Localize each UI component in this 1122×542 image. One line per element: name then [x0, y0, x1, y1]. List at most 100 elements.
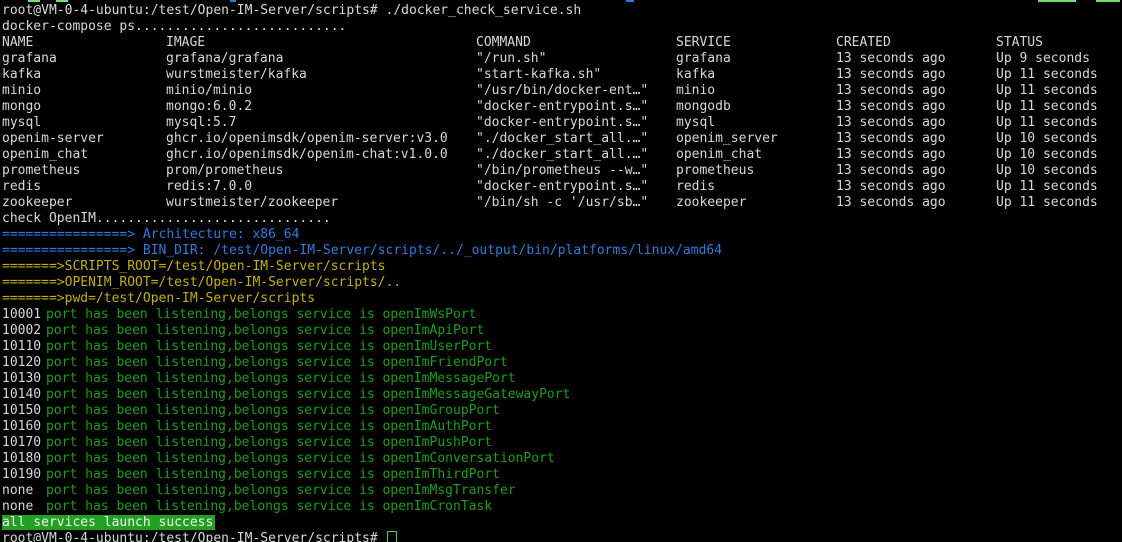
container-command: "docker-entrypoint.s…"	[476, 99, 676, 115]
container-service: openim_server	[676, 131, 836, 147]
port-message: port has been listening,belongs service …	[46, 483, 516, 498]
port-message: port has been listening,belongs service …	[46, 435, 492, 450]
port-message: port has been listening,belongs service …	[46, 387, 570, 402]
table-row: grafana grafana/grafana "/run.sh" grafan…	[0, 51, 1122, 67]
container-created: 13 seconds ago	[836, 83, 996, 99]
port-number: 10002	[2, 323, 46, 339]
prompt-line-command: root@VM-0-4-ubuntu:/test/Open-IM-Server/…	[0, 3, 1122, 19]
container-image: wurstmeister/zookeeper	[166, 195, 476, 211]
container-command: "start-kafka.sh"	[476, 67, 676, 83]
container-status: Up 9 seconds	[996, 51, 1122, 67]
container-image: wurstmeister/kafka	[166, 67, 476, 83]
port-check-line: 10160port has been listening,belongs ser…	[0, 419, 1122, 435]
port-check-line: 10190port has been listening,belongs ser…	[0, 467, 1122, 483]
container-created: 13 seconds ago	[836, 195, 996, 211]
env-line: =======>SCRIPTS_ROOT=/test/Open-IM-Serve…	[0, 259, 1122, 275]
col-header-command: COMMAND	[476, 35, 676, 51]
col-header-created: CREATED	[836, 35, 996, 51]
scrollback-fragment	[230, 0, 236, 2]
container-command: "/run.sh"	[476, 51, 676, 67]
container-status: Up 11 seconds	[996, 99, 1122, 115]
container-image: ghcr.io/openimsdk/openim-chat:v1.0.0	[166, 147, 476, 163]
container-command: "docker-entrypoint.s…"	[476, 179, 676, 195]
container-name: openim_chat	[2, 147, 166, 163]
port-number: none	[2, 499, 46, 515]
container-image: mongo:6.0.2	[166, 99, 476, 115]
container-command: "/bin/prometheus --w…"	[476, 163, 676, 179]
shell-prompt: root@VM-0-4-ubuntu:/test/Open-IM-Server/…	[2, 3, 378, 18]
terminal-window[interactable]: root@VM-0-4-ubuntu:/test/Open-IM-Server/…	[0, 0, 1122, 542]
port-number: 10110	[2, 339, 46, 355]
port-message: port has been listening,belongs service …	[46, 419, 492, 434]
container-service: openim_chat	[676, 147, 836, 163]
success-badge: all services launch success	[2, 515, 215, 530]
success-line: all services launch success	[0, 515, 1122, 531]
port-number: 10160	[2, 419, 46, 435]
env-line: =======>pwd=/test/Open-IM-Server/scripts	[0, 291, 1122, 307]
container-status: Up 11 seconds	[996, 83, 1122, 99]
port-number: 10140	[2, 387, 46, 403]
table-header-row: NAME IMAGE COMMAND SERVICE CREATED STATU…	[0, 35, 1122, 51]
container-image: minio/minio	[166, 83, 476, 99]
container-image: prom/prometheus	[166, 163, 476, 179]
container-command: "/bin/sh -c '/usr/sb…"	[476, 195, 676, 211]
table-row: redis redis:7.0.0 "docker-entrypoint.s…"…	[0, 179, 1122, 195]
container-name: grafana	[2, 51, 166, 67]
port-number: 10170	[2, 435, 46, 451]
port-message: port has been listening,belongs service …	[46, 451, 555, 466]
port-check-line: 10002port has been listening,belongs ser…	[0, 323, 1122, 339]
container-command: "./docker_start_all.…"	[476, 147, 676, 163]
container-service: redis	[676, 179, 836, 195]
container-name: zookeeper	[2, 195, 166, 211]
table-row: openim_chat ghcr.io/openimsdk/openim-cha…	[0, 147, 1122, 163]
container-service: mongodb	[676, 99, 836, 115]
shell-prompt: root@VM-0-4-ubuntu:/test/Open-IM-Server/…	[2, 531, 378, 542]
container-created: 13 seconds ago	[836, 99, 996, 115]
container-name: openim-server	[2, 131, 166, 147]
port-check-line: 10110port has been listening,belongs ser…	[0, 339, 1122, 355]
port-check-line: 10170port has been listening,belongs ser…	[0, 435, 1122, 451]
container-command: "docker-entrypoint.s…"	[476, 115, 676, 131]
terminal-cursor[interactable]	[387, 531, 397, 542]
port-message: port has been listening,belongs service …	[46, 403, 500, 418]
port-number: 10190	[2, 467, 46, 483]
port-number: 10180	[2, 451, 46, 467]
port-message: port has been listening,belongs service …	[46, 307, 476, 322]
container-service: grafana	[676, 51, 836, 67]
table-row: minio minio/minio "/usr/bin/docker-ent…"…	[0, 83, 1122, 99]
env-lines: =======>SCRIPTS_ROOT=/test/Open-IM-Serve…	[0, 259, 1122, 307]
container-created: 13 seconds ago	[836, 147, 996, 163]
port-check-line: 10140port has been listening,belongs ser…	[0, 387, 1122, 403]
container-command: "/usr/bin/docker-ent…"	[476, 83, 676, 99]
container-created: 13 seconds ago	[836, 163, 996, 179]
container-service: minio	[676, 83, 836, 99]
container-name: mongo	[2, 99, 166, 115]
port-check-line: 10150port has been listening,belongs ser…	[0, 403, 1122, 419]
container-name: minio	[2, 83, 166, 99]
table-row: prometheus prom/prometheus "/bin/prometh…	[0, 163, 1122, 179]
env-line: =======>OPENIM_ROOT=/test/Open-IM-Server…	[0, 275, 1122, 291]
scrollback-fragment	[1096, 0, 1120, 2]
prompt-line-idle[interactable]: root@VM-0-4-ubuntu:/test/Open-IM-Server/…	[0, 531, 1122, 542]
container-image: grafana/grafana	[166, 51, 476, 67]
container-status: Up 10 seconds	[996, 163, 1122, 179]
port-message: port has been listening,belongs service …	[46, 355, 508, 370]
container-status: Up 10 seconds	[996, 131, 1122, 147]
scrollback-fragment	[626, 0, 634, 2]
container-image: mysql:5.7	[166, 115, 476, 131]
container-name: kafka	[2, 67, 166, 83]
entered-command: ./docker_check_service.sh	[378, 3, 582, 18]
container-created: 13 seconds ago	[836, 51, 996, 67]
port-check-line: 10001port has been listening,belongs ser…	[0, 307, 1122, 323]
container-created: 13 seconds ago	[836, 67, 996, 83]
docker-compose-ps-line: docker-compose ps.......................…	[0, 19, 1122, 35]
container-table: grafana grafana/grafana "/run.sh" grafan…	[0, 51, 1122, 211]
port-check-line: 10130port has been listening,belongs ser…	[0, 371, 1122, 387]
port-number: none	[2, 483, 46, 499]
architecture-line: ================> Architecture: x86_64	[0, 227, 1122, 243]
table-row: mongo mongo:6.0.2 "docker-entrypoint.s…"…	[0, 99, 1122, 115]
port-number: 10120	[2, 355, 46, 371]
port-message: port has been listening,belongs service …	[46, 323, 484, 338]
container-image: redis:7.0.0	[166, 179, 476, 195]
container-status: Up 11 seconds	[996, 179, 1122, 195]
